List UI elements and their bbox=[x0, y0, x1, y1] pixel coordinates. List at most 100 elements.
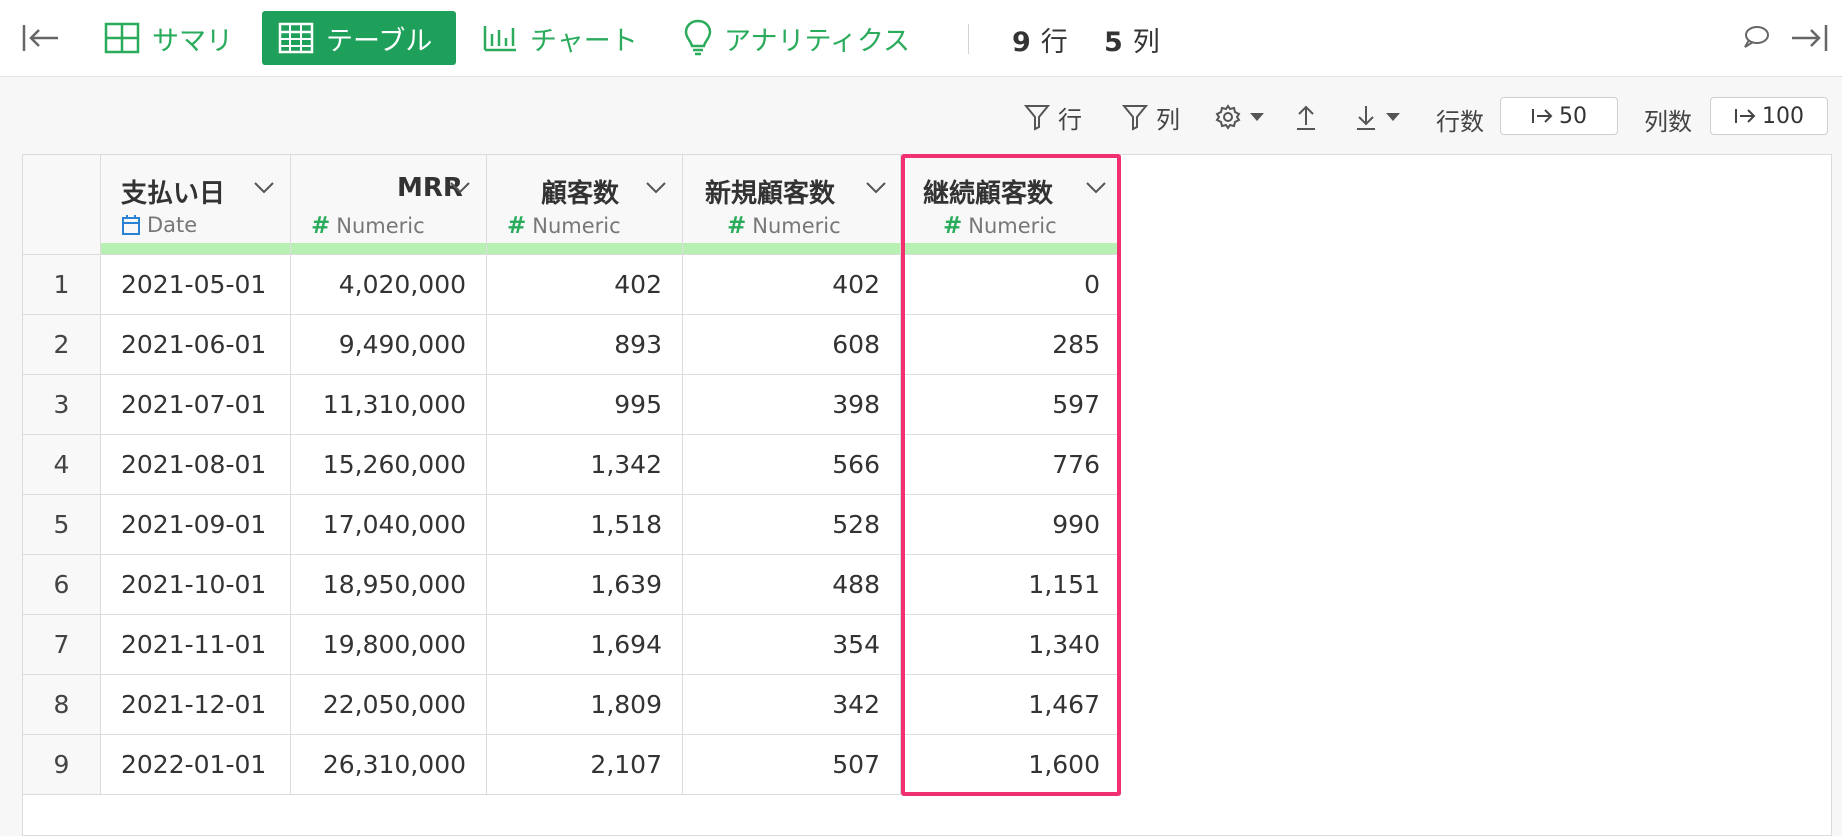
cols-limit-label: 列数 bbox=[1644, 108, 1692, 136]
table-cell[interactable]: 0 bbox=[901, 255, 1121, 315]
column-header-new-customers[interactable]: 新規顧客数 # Numeric bbox=[683, 155, 901, 255]
filter-icon bbox=[1024, 105, 1050, 131]
table-cell[interactable]: 342 bbox=[683, 675, 901, 735]
numeric-icon: # bbox=[727, 213, 747, 239]
chevron-down-icon[interactable] bbox=[865, 181, 887, 195]
column-type: # Numeric bbox=[507, 213, 621, 239]
table-cell[interactable]: 26,310,000 bbox=[291, 735, 487, 795]
table-cell[interactable]: 2022-01-01 bbox=[101, 735, 291, 795]
table-row: 4 2021-08-01 15,260,000 1,342 566 776 bbox=[23, 435, 1809, 495]
column-quality-bar bbox=[683, 243, 900, 254]
tab-table-label: テーブル bbox=[326, 25, 433, 57]
column-type-label: Numeric bbox=[532, 214, 621, 238]
table-cell[interactable]: 2021-05-01 bbox=[101, 255, 291, 315]
table-cell[interactable]: 608 bbox=[683, 315, 901, 375]
column-header-customers[interactable]: 顧客数 # Numeric bbox=[487, 155, 683, 255]
tab-table[interactable]: テーブル bbox=[262, 11, 456, 65]
download-dropdown[interactable] bbox=[1354, 100, 1400, 134]
table-cell[interactable]: 776 bbox=[901, 435, 1121, 495]
table-cell[interactable]: 1,151 bbox=[901, 555, 1121, 615]
table-cell[interactable]: 2021-10-01 bbox=[101, 555, 291, 615]
table-cell[interactable]: 22,050,000 bbox=[291, 675, 487, 735]
caret-down-icon bbox=[1386, 113, 1400, 121]
table-icon bbox=[278, 22, 314, 54]
column-type-label: Numeric bbox=[968, 214, 1057, 238]
table-cell[interactable]: 990 bbox=[901, 495, 1121, 555]
table-cell[interactable]: 1,342 bbox=[487, 435, 683, 495]
table-cell[interactable]: 402 bbox=[683, 255, 901, 315]
table-cell[interactable]: 2,107 bbox=[487, 735, 683, 795]
cols-limit-input[interactable]: 100 bbox=[1710, 97, 1828, 135]
collapse-left-icon[interactable] bbox=[22, 22, 60, 54]
table-cell[interactable]: 402 bbox=[487, 255, 683, 315]
table-cell[interactable]: 2021-12-01 bbox=[101, 675, 291, 735]
rows-limit-input[interactable]: 50 bbox=[1500, 97, 1618, 135]
numeric-icon: # bbox=[943, 213, 963, 239]
table-cell[interactable]: 354 bbox=[683, 615, 901, 675]
settings-dropdown[interactable] bbox=[1214, 100, 1264, 134]
table-cell[interactable]: 2021-07-01 bbox=[101, 375, 291, 435]
table-cell[interactable]: 507 bbox=[683, 735, 901, 795]
column-quality-bar bbox=[487, 243, 682, 254]
table-cell[interactable]: 2021-11-01 bbox=[101, 615, 291, 675]
table-cell[interactable]: 2021-09-01 bbox=[101, 495, 291, 555]
table-cell[interactable]: 17,040,000 bbox=[291, 495, 487, 555]
filter-rows-button[interactable]: 行 bbox=[1024, 100, 1082, 134]
table-cell[interactable]: 15,260,000 bbox=[291, 435, 487, 495]
table-cell[interactable]: 1,600 bbox=[901, 735, 1121, 795]
table-cell[interactable]: 1,467 bbox=[901, 675, 1121, 735]
chevron-down-icon[interactable] bbox=[1085, 181, 1107, 195]
chevron-down-icon[interactable] bbox=[449, 181, 471, 195]
row-index-cell: 6 bbox=[23, 555, 101, 615]
table-cell[interactable]: 528 bbox=[683, 495, 901, 555]
table-cell[interactable]: 995 bbox=[487, 375, 683, 435]
tab-chart[interactable]: チャート bbox=[466, 11, 654, 65]
table-cell[interactable]: 285 bbox=[901, 315, 1121, 375]
row-index-cell: 4 bbox=[23, 435, 101, 495]
table-cell[interactable]: 893 bbox=[487, 315, 683, 375]
chevron-down-icon[interactable] bbox=[253, 181, 275, 195]
table-cell[interactable]: 597 bbox=[901, 375, 1121, 435]
table-cell[interactable]: 4,020,000 bbox=[291, 255, 487, 315]
row-count-value: 9 bbox=[1012, 27, 1031, 58]
table-cell[interactable]: 2021-08-01 bbox=[101, 435, 291, 495]
column-type-label: Numeric bbox=[336, 214, 425, 238]
numeric-icon: # bbox=[311, 213, 331, 239]
rows-limit-label: 行数 bbox=[1436, 108, 1484, 136]
table-cell[interactable]: 19,800,000 bbox=[291, 615, 487, 675]
filter-cols-button[interactable]: 列 bbox=[1122, 100, 1180, 134]
table-cell[interactable]: 11,310,000 bbox=[291, 375, 487, 435]
table-cell[interactable]: 1,518 bbox=[487, 495, 683, 555]
chevron-down-icon[interactable] bbox=[645, 181, 667, 195]
caret-down-icon bbox=[1250, 113, 1264, 121]
arrow-right-bar-icon bbox=[1532, 109, 1553, 123]
collapse-right-icon[interactable] bbox=[1790, 22, 1828, 54]
table-row: 8 2021-12-01 22,050,000 1,809 342 1,467 bbox=[23, 675, 1809, 735]
table-cell[interactable]: 2021-06-01 bbox=[101, 315, 291, 375]
table-cell[interactable]: 1,340 bbox=[901, 615, 1121, 675]
column-header-mrr[interactable]: MRR # Numeric bbox=[291, 155, 487, 255]
column-type: # Numeric bbox=[727, 213, 841, 239]
col-count-value: 5 bbox=[1104, 27, 1123, 58]
tab-summary[interactable]: サマリ bbox=[88, 11, 249, 65]
comment-icon[interactable] bbox=[1742, 24, 1770, 50]
column-header-retained-customers[interactable]: 継続顧客数 # Numeric bbox=[901, 155, 1121, 255]
lightbulb-icon bbox=[684, 19, 712, 56]
table-cell[interactable]: 488 bbox=[683, 555, 901, 615]
table-cell[interactable]: 1,809 bbox=[487, 675, 683, 735]
table-cell[interactable]: 18,950,000 bbox=[291, 555, 487, 615]
table-row: 6 2021-10-01 18,950,000 1,639 488 1,151 bbox=[23, 555, 1809, 615]
table-cell[interactable]: 566 bbox=[683, 435, 901, 495]
table-cell[interactable]: 398 bbox=[683, 375, 901, 435]
table-cell[interactable]: 9,490,000 bbox=[291, 315, 487, 375]
row-index-cell: 1 bbox=[23, 255, 101, 315]
calendar-icon bbox=[122, 215, 140, 235]
upload-button[interactable] bbox=[1294, 100, 1318, 134]
table-cell[interactable]: 1,639 bbox=[487, 555, 683, 615]
download-icon bbox=[1357, 106, 1375, 130]
table-row: 1 2021-05-01 4,020,000 402 402 0 bbox=[23, 255, 1809, 315]
column-header-name: 継続顧客数 bbox=[923, 179, 1054, 209]
table-cell[interactable]: 1,694 bbox=[487, 615, 683, 675]
column-header-payment-date[interactable]: 支払い日 Date bbox=[101, 155, 291, 255]
tab-analytics[interactable]: アナリティクス bbox=[668, 11, 926, 65]
